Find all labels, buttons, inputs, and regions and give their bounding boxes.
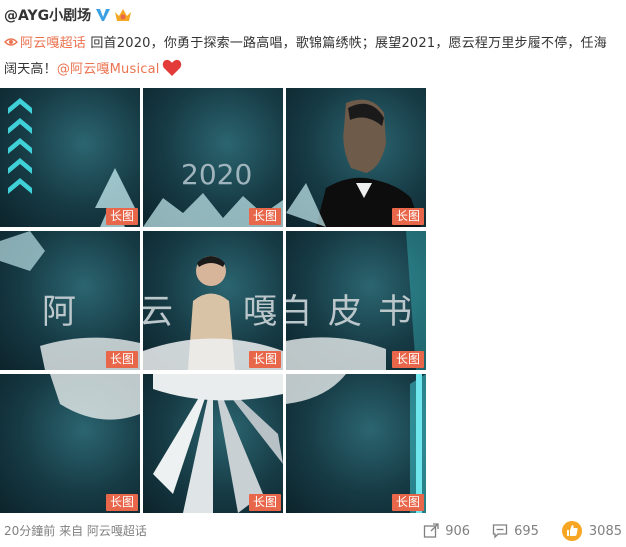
- art-year: 2020: [181, 158, 252, 191]
- image-tile-2[interactable]: 2020 长图: [143, 88, 283, 227]
- mention-link[interactable]: @阿云嘎Musical: [57, 62, 160, 77]
- comment-count: 695: [514, 523, 539, 539]
- from-prefix: 来自: [55, 524, 87, 538]
- comment-icon: [492, 524, 508, 539]
- action-bar: 906 695 3085: [401, 519, 622, 543]
- art-title-char-3: 嘎: [243, 292, 277, 332]
- topic-label: 阿云嘎超话: [20, 36, 87, 51]
- long-image-badge: 长图: [391, 351, 424, 368]
- art-title-char-6: 书: [378, 292, 412, 332]
- post-meta: 20分鐘前 来自 阿云嘎超话: [4, 522, 147, 539]
- post-text: 阿云嘎超话 回首2020，你勇于探索一路高唱，歌锦篇绣帙；展望2021，愿云程万…: [4, 31, 618, 83]
- like-icon: [561, 521, 582, 541]
- image-tile-7[interactable]: 长图: [0, 374, 140, 513]
- image-tile-9[interactable]: 长图: [286, 374, 426, 513]
- repost-button[interactable]: 906: [423, 523, 470, 539]
- long-image-badge: 长图: [248, 351, 281, 368]
- post-time[interactable]: 20分鐘前: [4, 524, 55, 538]
- tile-artwork: 白 皮 书: [286, 231, 426, 370]
- post-footer: 20分鐘前 来自 阿云嘎超话 906 695 3085: [4, 519, 622, 543]
- art-title-char-5: 皮: [328, 292, 362, 332]
- post-source[interactable]: 阿云嘎超话: [87, 524, 147, 538]
- long-image-badge: 长图: [105, 208, 138, 225]
- tile-artwork: 云 嘎: [143, 256, 283, 370]
- topic-link[interactable]: 阿云嘎超话: [4, 36, 90, 51]
- art-title-char-1: 阿: [42, 292, 76, 332]
- tile-artwork: 2020: [143, 158, 283, 227]
- image-tile-3[interactable]: 长图: [286, 88, 426, 227]
- comment-button[interactable]: 695: [492, 523, 539, 539]
- tile-artwork: [286, 99, 421, 227]
- long-image-badge: 长图: [248, 208, 281, 225]
- heart-icon: [162, 59, 182, 77]
- long-image-badge: 长图: [105, 351, 138, 368]
- art-title-char-2: 云: [143, 292, 173, 332]
- long-image-badge: 长图: [391, 494, 424, 511]
- like-button[interactable]: 3085: [561, 520, 622, 542]
- image-tile-6[interactable]: 白 皮 书 长图: [286, 231, 426, 370]
- long-image-badge: 长图: [105, 494, 138, 511]
- image-tile-8[interactable]: 长图: [143, 374, 283, 513]
- tile-artwork: [286, 374, 426, 513]
- tile-artwork: 阿: [0, 231, 140, 370]
- long-image-badge: 长图: [248, 494, 281, 511]
- crown-icon: [114, 7, 132, 23]
- author-name[interactable]: @AYG小剧场: [4, 5, 91, 25]
- image-tile-4[interactable]: 阿 长图: [0, 231, 140, 370]
- image-grid: 长图 2020 长图 长图 阿 长图 云 嘎 长图 白 皮 书 长图 长图 长图…: [0, 88, 426, 513]
- image-tile-5[interactable]: 云 嘎 长图: [143, 231, 283, 370]
- like-count: 3085: [588, 523, 622, 539]
- image-tile-1[interactable]: 长图: [0, 88, 140, 227]
- tile-artwork: [153, 374, 283, 513]
- verified-icon: [95, 7, 111, 23]
- art-title-char-4: 白: [286, 292, 312, 332]
- tile-artwork: [50, 374, 140, 420]
- repost-count: 906: [445, 523, 471, 539]
- post-header: @AYG小剧场: [4, 4, 132, 26]
- long-image-badge: 长图: [391, 208, 424, 225]
- repost-icon: [424, 523, 439, 538]
- tile-artwork: [8, 98, 135, 227]
- topic-icon: [4, 33, 18, 47]
